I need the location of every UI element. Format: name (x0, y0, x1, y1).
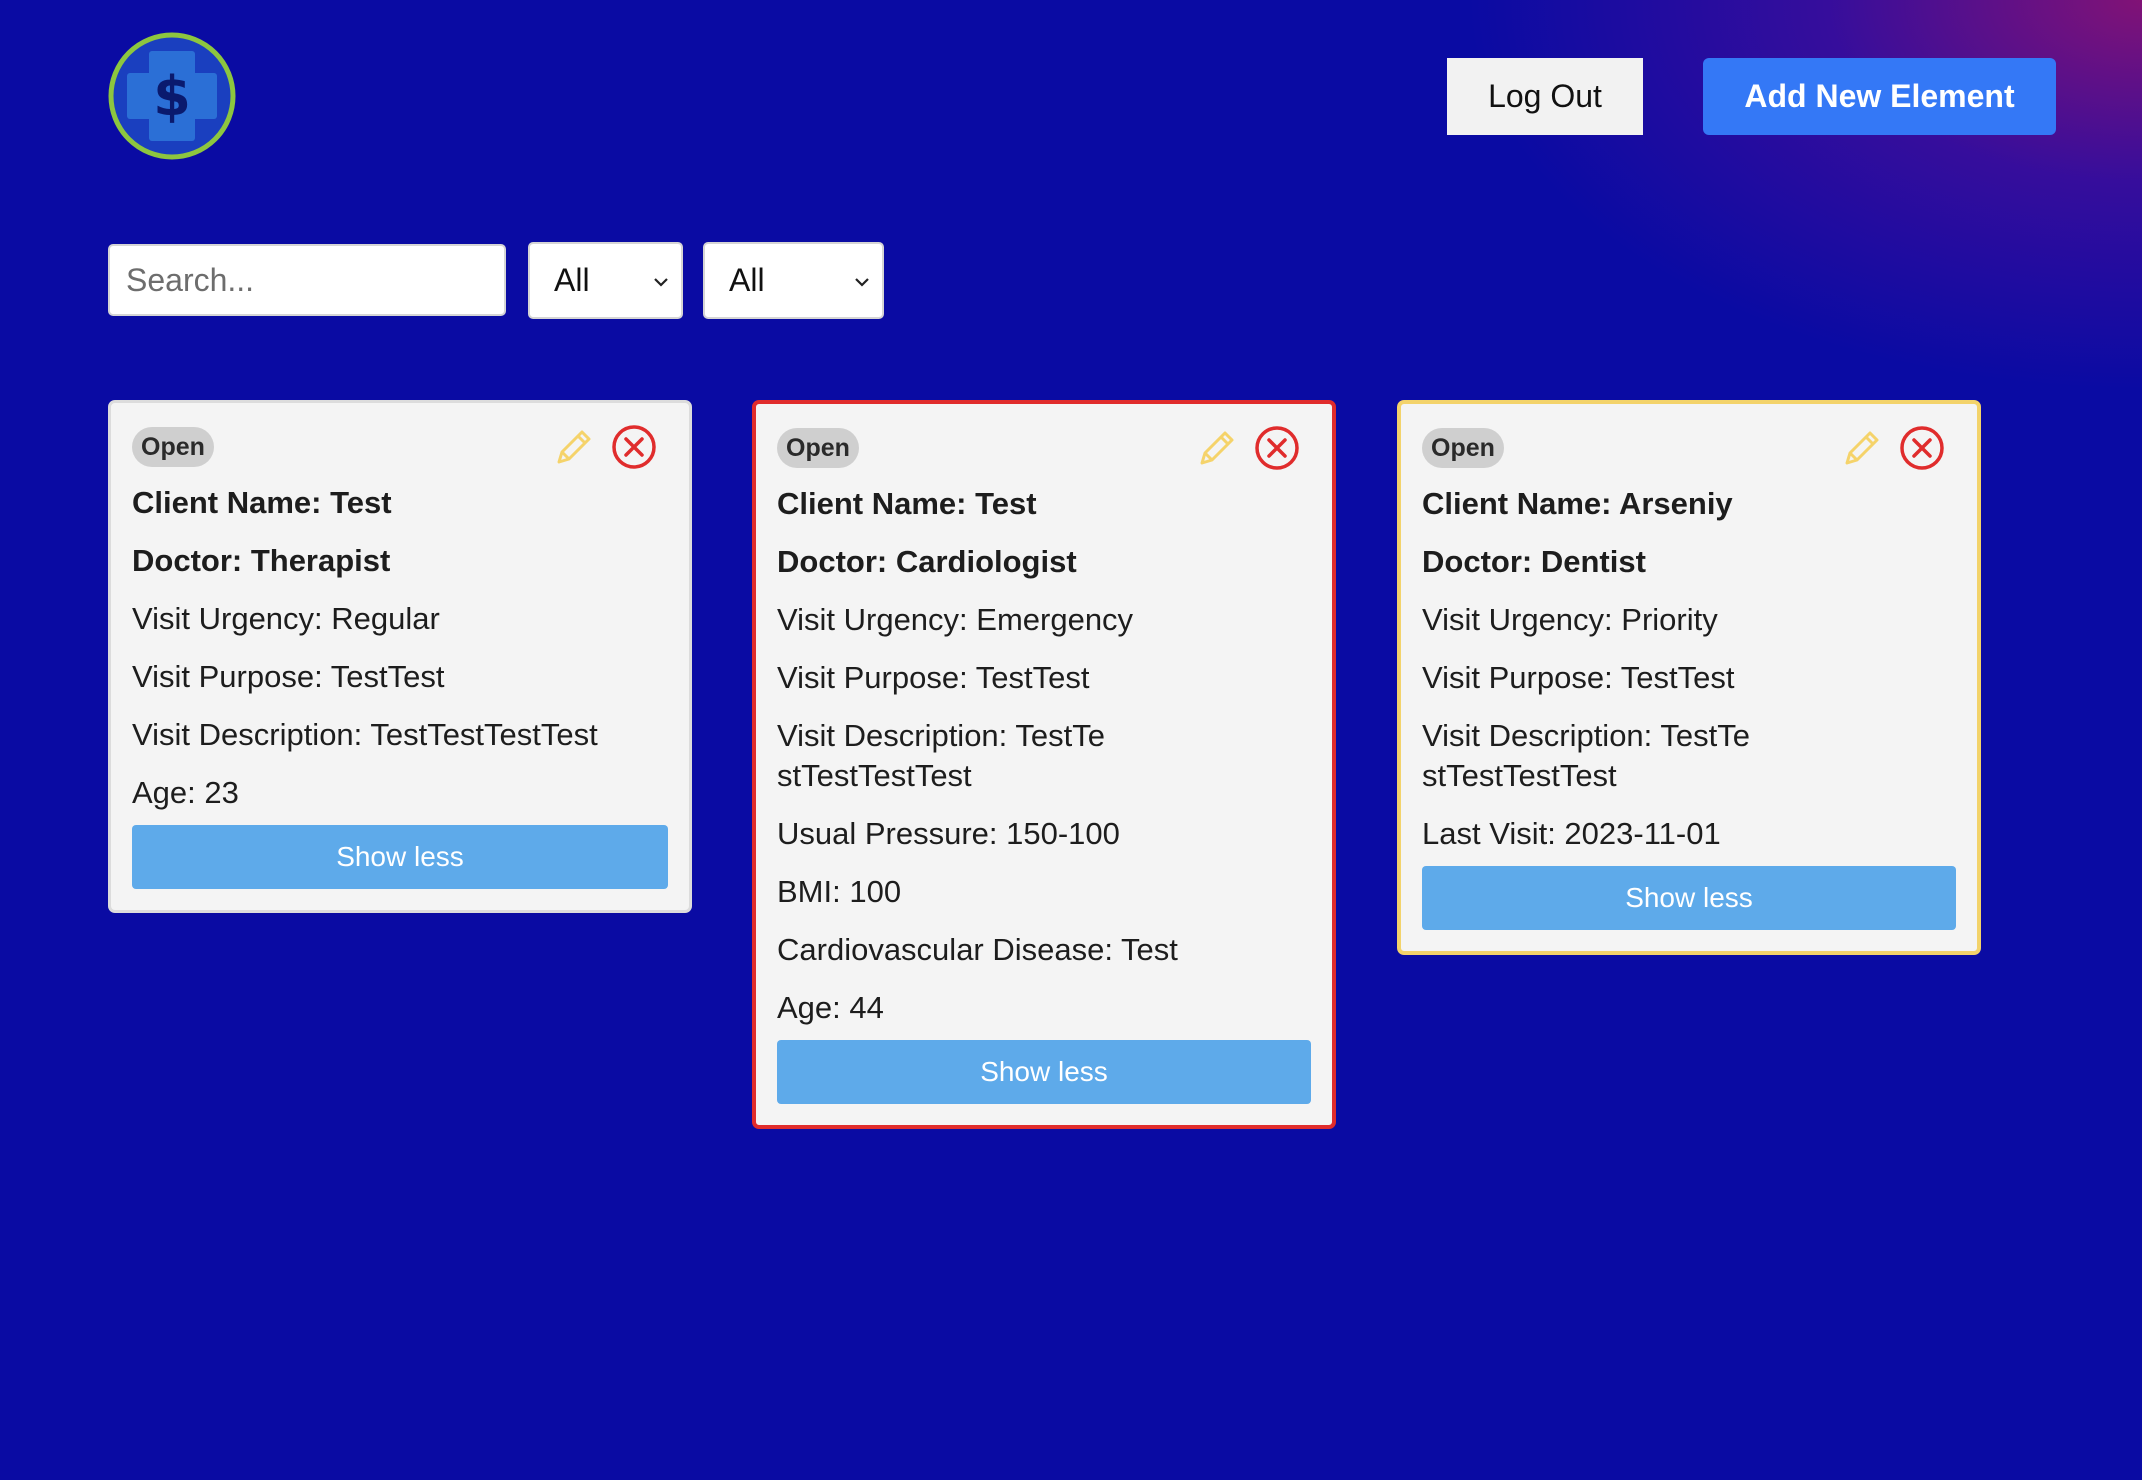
doctor: Doctor: Dentist (1422, 544, 1646, 579)
card-header: Open (777, 426, 1311, 470)
client-name: Client Name: Test (777, 486, 1037, 521)
delete-button[interactable] (610, 423, 658, 471)
visit-description: Visit Description: TestTestTestTestTest (777, 718, 1105, 793)
status-badge: Open (777, 428, 859, 468)
chevron-down-icon (855, 278, 869, 287)
visit-description: Visit Description: TestTestTestTestTest (1422, 718, 1750, 793)
visit-card: Open (752, 400, 1336, 1129)
visit-card: Open (108, 400, 692, 913)
last-visit: Last Visit: 2023-11-01 (1422, 816, 1721, 851)
pencil-icon (1845, 431, 1879, 465)
add-new-element-button[interactable]: Add New Element (1703, 58, 2056, 135)
visit-description: Visit Description: TestTestTestTest (132, 717, 598, 752)
close-circle-icon (1900, 426, 1944, 470)
card-actions (550, 423, 658, 471)
show-less-button[interactable]: Show less (777, 1040, 1311, 1104)
visit-purpose: Visit Purpose: TestTest (777, 660, 1090, 695)
card-actions (1193, 424, 1301, 472)
visit-card: Open (1397, 400, 1981, 955)
visit-purpose: Visit Purpose: TestTest (132, 659, 445, 694)
close-circle-icon (1255, 426, 1299, 470)
delete-button[interactable] (1253, 424, 1301, 472)
chevron-down-icon (654, 278, 668, 287)
visit-urgency: Visit Urgency: Priority (1422, 602, 1718, 637)
close-circle-icon (612, 425, 656, 469)
card-header: Open (1422, 426, 1956, 470)
show-less-button[interactable]: Show less (1422, 866, 1956, 930)
card-actions (1838, 424, 1946, 472)
visit-purpose: Visit Purpose: TestTest (1422, 660, 1735, 695)
edit-button[interactable] (1838, 424, 1886, 472)
cardiovascular-disease: Cardiovascular Disease: Test (777, 932, 1178, 967)
age: Age: 23 (132, 775, 239, 810)
medical-cross-dollar-icon: $ (108, 32, 236, 160)
svg-text:$: $ (153, 65, 191, 128)
show-less-button[interactable]: Show less (132, 825, 668, 889)
doctor: Doctor: Therapist (132, 543, 391, 578)
visit-board-app: $ Log Out Add New Element All All Open (0, 0, 2142, 1480)
card-header: Open (132, 425, 668, 469)
usual-pressure: Usual Pressure: 150-100 (777, 816, 1120, 851)
client-name: Client Name: Arseniy (1422, 486, 1733, 521)
search-input[interactable] (108, 244, 506, 316)
bmi: BMI: 100 (777, 874, 902, 909)
filter-select-urgency[interactable]: All (703, 242, 884, 319)
edit-button[interactable] (550, 423, 598, 471)
status-badge: Open (1422, 428, 1504, 468)
logout-button[interactable]: Log Out (1447, 58, 1643, 135)
pencil-icon (557, 430, 591, 464)
filter-select-urgency-value: All (729, 262, 765, 298)
filter-select-status[interactable]: All (528, 242, 683, 319)
delete-button[interactable] (1898, 424, 1946, 472)
edit-button[interactable] (1193, 424, 1241, 472)
doctor: Doctor: Cardiologist (777, 544, 1077, 579)
pencil-icon (1200, 431, 1234, 465)
age: Age: 44 (777, 990, 884, 1025)
status-badge: Open (132, 427, 214, 467)
visit-urgency: Visit Urgency: Emergency (777, 602, 1134, 637)
logo[interactable]: $ (107, 31, 237, 161)
client-name: Client Name: Test (132, 485, 392, 520)
visit-urgency: Visit Urgency: Regular (132, 601, 440, 636)
filter-select-status-value: All (554, 262, 590, 298)
